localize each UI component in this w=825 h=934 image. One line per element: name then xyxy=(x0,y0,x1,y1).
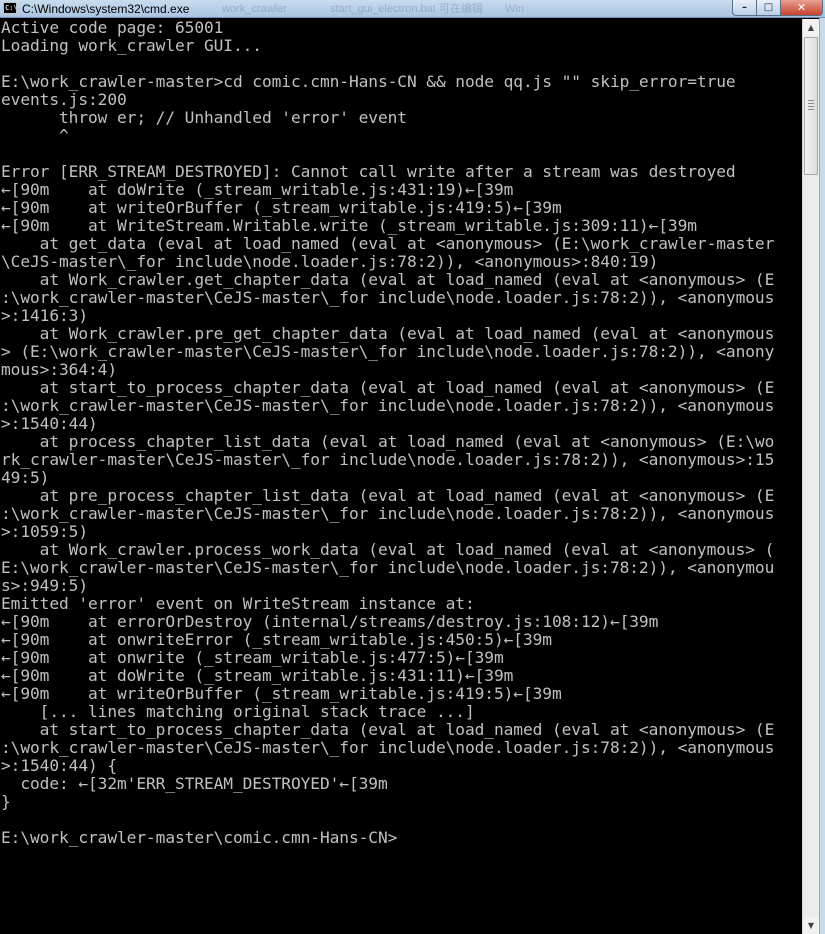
console-line: ←[90m at onwriteError (_stream_writable.… xyxy=(1,630,552,649)
console-line: at process_chapter_list_data (eval at lo… xyxy=(1,432,775,451)
maximize-icon: □ xyxy=(763,2,774,13)
console-line: :\work_crawler-master\CeJS-master\_for i… xyxy=(1,738,775,757)
arrow-up-icon: ▲ xyxy=(807,23,815,32)
console-line: throw er; // Unhandled 'error' event xyxy=(1,108,407,127)
caption-buttons: – □ ✕ xyxy=(732,0,823,17)
minimize-button[interactable]: – xyxy=(732,0,756,16)
console-line: >:1540:44) xyxy=(1,414,98,433)
console-line: at pre_process_chapter_list_data (eval a… xyxy=(1,486,775,505)
console-output[interactable]: Active code page: 65001 Loading work_craw… xyxy=(0,19,802,934)
console-line: 49:5) xyxy=(1,468,50,487)
console-line: ←[90m at onwrite (_stream_writable.js:47… xyxy=(1,648,504,667)
background-tab-title: start_gui_electron.bat 可在编辑 xyxy=(330,3,483,15)
console-line: Loading work_crawler GUI... xyxy=(1,36,262,55)
console-line: E:\work_crawler-master\CeJS-master\_for … xyxy=(1,558,775,577)
grip-line xyxy=(808,103,814,104)
console-line: events.js:200 xyxy=(1,90,127,109)
console-line: ←[90m at doWrite (_stream_writable.js:43… xyxy=(1,666,514,685)
vertical-scrollbar[interactable]: ▲ ▼ xyxy=(802,19,819,934)
console-line: :\work_crawler-master\CeJS-master\_for i… xyxy=(1,504,775,523)
console-line: > (E:\work_crawler-master\CeJS-master\_f… xyxy=(1,342,775,361)
console-line: ^ xyxy=(1,126,69,145)
window-title: C:\Windows\system32\cmd.exe xyxy=(22,2,190,16)
console-line: at Work_crawler.get_chapter_data (eval a… xyxy=(1,270,775,289)
background-tab-title: Win xyxy=(505,3,524,15)
console-line: \CeJS-master\_for include\node.loader.js… xyxy=(1,252,659,271)
title-bar[interactable]: C:\ C:\Windows\system32\cmd.exe work_cra… xyxy=(0,0,825,18)
window-frame-right xyxy=(819,18,825,934)
grip-line xyxy=(808,100,814,101)
console-line: >:1059:5) xyxy=(1,522,88,541)
scroll-thumb[interactable] xyxy=(804,37,818,175)
cmd-window: C:\ C:\Windows\system32\cmd.exe work_cra… xyxy=(0,0,825,934)
console-line: at start_to_process_chapter_data (eval a… xyxy=(1,720,775,739)
console-line: E:\work_crawler-master\comic.cmn-Hans-CN… xyxy=(1,828,398,847)
close-button[interactable]: ✕ xyxy=(780,0,823,16)
console-line: } xyxy=(1,792,11,811)
console-line: Active code page: 65001 xyxy=(1,19,224,37)
console-line: mous>:364:4) xyxy=(1,360,117,379)
console-line: rk_crawler-master\CeJS-master\_for inclu… xyxy=(1,450,775,469)
console-line: ←[90m at writeOrBuffer (_stream_writable… xyxy=(1,684,562,703)
console-line: at Work_crawler.pre_get_chapter_data (ev… xyxy=(1,324,775,343)
scroll-up-button[interactable]: ▲ xyxy=(803,19,819,36)
scroll-down-button[interactable]: ▼ xyxy=(803,917,819,934)
minimize-icon: – xyxy=(742,2,747,13)
console-line: at start_to_process_chapter_data (eval a… xyxy=(1,378,775,397)
console-line: ←[90m at WriteStream.Writable.write (_st… xyxy=(1,216,697,235)
command-prompt-icon[interactable]: C:\ xyxy=(3,2,17,14)
console-line: >:1416:3) xyxy=(1,306,88,325)
maximize-button[interactable]: □ xyxy=(756,0,780,16)
grip-line xyxy=(808,106,814,107)
close-icon: ✕ xyxy=(796,1,807,14)
console-line: ←[90m at writeOrBuffer (_stream_writable… xyxy=(1,198,562,217)
background-tab-title: work_crawler xyxy=(222,3,287,15)
console-line: Error [ERR_STREAM_DESTROYED]: Cannot cal… xyxy=(1,162,736,181)
console-line: [... lines matching original stack trace… xyxy=(1,702,475,721)
grip-line xyxy=(808,109,814,110)
console-line: at get_data (eval at load_named (eval at… xyxy=(1,234,775,253)
console-line: ←[90m at doWrite (_stream_writable.js:43… xyxy=(1,180,514,199)
arrow-down-icon: ▼ xyxy=(807,921,815,930)
console-line: :\work_crawler-master\CeJS-master\_for i… xyxy=(1,396,775,415)
console-line: at Work_crawler.process_work_data (eval … xyxy=(1,540,775,559)
console-line: s>:949:5) xyxy=(1,576,88,595)
console-line: :\work_crawler-master\CeJS-master\_for i… xyxy=(1,288,775,307)
console-line: >:1540:44) { xyxy=(1,756,117,775)
console-line: code: ←[32m'ERR_STREAM_DESTROYED'←[39m xyxy=(1,774,388,793)
console-line: ←[90m at errorOrDestroy (internal/stream… xyxy=(1,612,659,631)
console-line: E:\work_crawler-master>cd comic.cmn-Hans… xyxy=(1,72,736,91)
console-line: Emitted 'error' event on WriteStream ins… xyxy=(1,594,475,613)
